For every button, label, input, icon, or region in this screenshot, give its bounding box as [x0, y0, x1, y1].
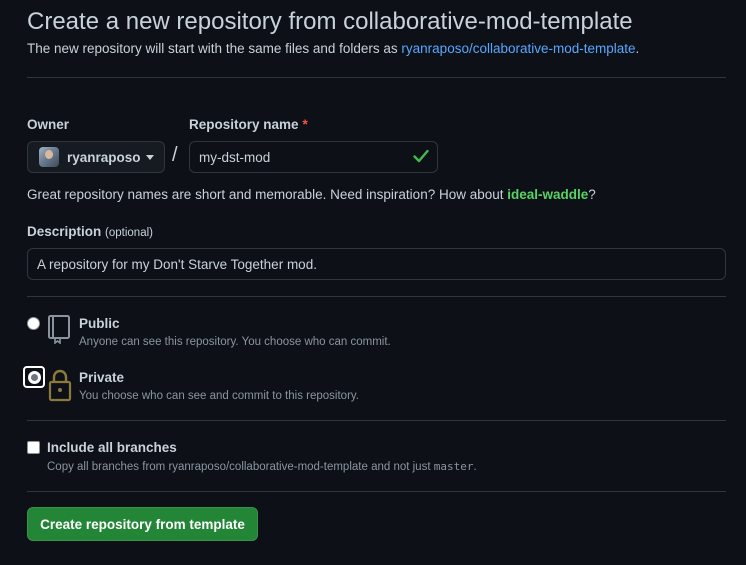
divider	[27, 491, 726, 492]
repo-name-input[interactable]	[189, 141, 438, 173]
page-title: Create a new repository from collaborati…	[27, 8, 633, 35]
hint-suffix: ?	[588, 187, 596, 202]
public-radio[interactable]	[27, 317, 40, 330]
template-link[interactable]: ryanraposo/collaborative-mod-template	[401, 41, 635, 56]
description-label: Description (optional)	[27, 224, 153, 239]
name-suggestion[interactable]: ideal-waddle	[507, 187, 588, 202]
lock-icon	[48, 368, 72, 407]
public-title: Public	[79, 316, 120, 331]
repo-name-label: Repository name *	[189, 117, 308, 132]
subtitle-suffix: .	[635, 41, 640, 56]
include-branches-desc: Copy all branches from ryanraposo/collab…	[47, 460, 477, 473]
owner-select-button[interactable]: ryanraposo	[27, 141, 165, 173]
description-input[interactable]	[27, 248, 726, 280]
optional-tag: (optional)	[105, 227, 153, 239]
private-desc: You choose who can see and commit to thi…	[79, 390, 359, 402]
branches-desc-prefix: Copy all branches from ryanraposo/collab…	[47, 461, 434, 473]
private-radio[interactable]	[28, 371, 41, 384]
owner-label: Owner	[27, 117, 70, 132]
create-repository-button[interactable]: Create repository from template	[27, 507, 258, 541]
required-mark: *	[302, 117, 308, 132]
include-branches-checkbox[interactable]	[27, 441, 40, 454]
name-hint: Great repository names are short and mem…	[27, 187, 596, 202]
check-icon	[413, 149, 429, 168]
divider	[27, 296, 726, 297]
page-subtitle: The new repository will start with the s…	[27, 41, 639, 56]
owner-name: ryanraposo	[67, 149, 141, 165]
repo-book-icon	[47, 314, 71, 349]
owner-repo-separator: /	[172, 144, 178, 166]
divider	[27, 77, 726, 78]
subtitle-prefix: The new repository will start with the s…	[27, 41, 402, 56]
hint-prefix: Great repository names are short and mem…	[27, 187, 508, 202]
divider	[27, 420, 726, 421]
branch-name-code: master	[433, 460, 474, 473]
branches-desc-suffix: .	[473, 461, 477, 473]
public-desc: Anyone can see this repository. You choo…	[79, 336, 391, 348]
repo-name-label-text: Repository name	[189, 117, 299, 132]
private-title: Private	[79, 370, 125, 385]
avatar	[39, 147, 59, 167]
chevron-down-icon	[145, 154, 154, 160]
include-branches-label: Include all branches	[47, 440, 177, 455]
description-label-text: Description	[27, 224, 102, 239]
